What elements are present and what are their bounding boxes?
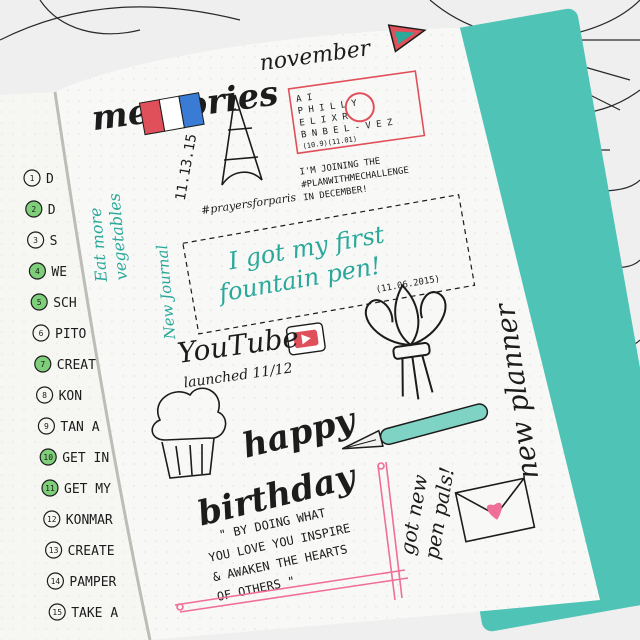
list-item-text: D [46, 172, 54, 187]
list-number: 6 [39, 329, 44, 338]
list-number: 5 [37, 298, 42, 307]
list-item-text: SCH [53, 296, 76, 311]
list-number: 12 [47, 515, 57, 524]
list-item-text: GET MY [64, 482, 111, 497]
list-number: 10 [43, 453, 53, 462]
list-number: 15 [52, 608, 62, 617]
list-number: 3 [33, 236, 38, 245]
list-number: 11 [45, 484, 55, 493]
list-item-text: PITO [55, 327, 86, 342]
list-number: 7 [40, 360, 45, 369]
list-item-text: S [50, 234, 58, 249]
list-item-text: GET IN [62, 451, 109, 466]
list-number: 13 [49, 546, 59, 555]
list-item-text: TAN A [60, 420, 99, 435]
list-item-text: KONMAR [66, 513, 113, 528]
list-number: 2 [31, 205, 36, 214]
list-item-text: CREAT [57, 358, 96, 373]
list-number: 8 [42, 391, 47, 400]
list-item-text: TAKE A [71, 606, 118, 621]
list-item-text: KON [59, 389, 82, 404]
list-number: 9 [44, 422, 49, 431]
bullet-journal-photo: 1 D 2 D 3 S 4 WE 5 SCH 6 PITO 7 CREAT 8 KON 9 TAN A 10 GET … [0, 0, 640, 640]
list-item-text: D [48, 203, 56, 218]
list-item-text: WE [51, 265, 67, 280]
list-number: 1 [30, 174, 35, 183]
list-item-text: PAMPER [69, 575, 116, 590]
list-item-text: CREATE [68, 544, 115, 559]
list-number: 14 [51, 577, 61, 586]
list-number: 4 [35, 267, 40, 276]
